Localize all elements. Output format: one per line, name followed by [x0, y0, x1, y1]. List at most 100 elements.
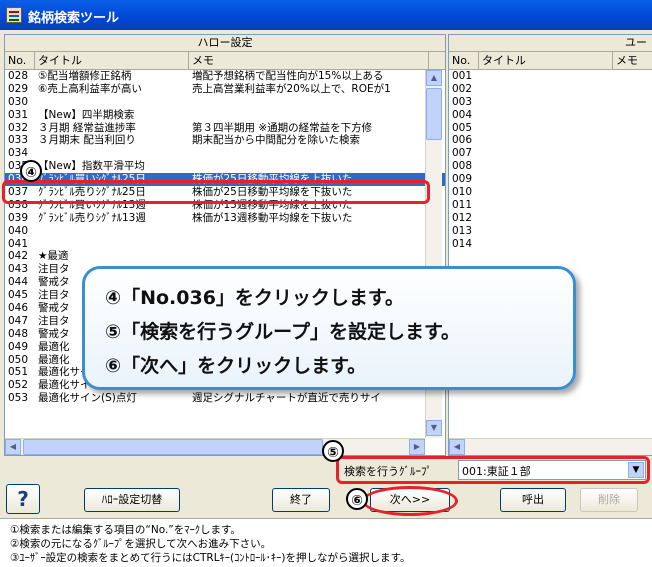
col-memo-right[interactable]: メモ: [613, 52, 652, 69]
col-memo[interactable]: メモ: [189, 52, 429, 69]
row-no-right: 013: [452, 224, 473, 237]
row-no: 053: [8, 392, 29, 405]
row-no-right: 007: [452, 147, 473, 160]
help-line-2: ②検索の元になるｸﾞﾙｰﾌﾟを選択して次へお進み下さい。: [10, 538, 272, 550]
row-no-right: 002: [452, 82, 473, 95]
panel-header-right-text: ユー: [625, 36, 647, 49]
row-no: 043: [8, 263, 29, 276]
row-no-right: 005: [452, 121, 473, 134]
table-row[interactable]: 031 【New】四半期検索: [5, 109, 445, 122]
col-no-right[interactable]: No.: [449, 52, 479, 69]
list-item[interactable]: 009: [449, 173, 652, 186]
row-no-right: 012: [452, 211, 473, 224]
table-row[interactable]: 042 ★最適: [5, 250, 445, 263]
list-item[interactable]: [449, 250, 652, 263]
callout-line-2: ⑤「検索を行うグループ」を設定します。: [105, 321, 461, 343]
row-036-highlight: [2, 180, 430, 204]
table-row[interactable]: 041: [5, 238, 445, 251]
scroll-down-button[interactable]: ▼: [426, 420, 442, 436]
row-no-right: 001: [452, 70, 473, 82]
row-no: 051: [8, 366, 29, 379]
horizontal-scrollbar-right[interactable]: ◀: [449, 438, 652, 455]
scroll-thumb[interactable]: [426, 88, 442, 140]
list-item[interactable]: 013: [449, 225, 652, 238]
row-title: ⑥売上高利益率が高い: [38, 82, 142, 95]
col-title[interactable]: タイトル: [35, 52, 189, 69]
row-no: 031: [8, 108, 29, 121]
scroll-left-button[interactable]: ◀: [5, 439, 21, 455]
row-no: 046: [8, 302, 29, 315]
help-line-3: ③ﾕｰｻﾞｰ設定の検索をまとめて行うにはCTRLｷｰ(ｺﾝﾄﾛｰﾙ･ｷｰ)を押し…: [10, 552, 411, 564]
table-row[interactable]: 029 ⑥売上高利益率が高い 売上高営業利益率が20%以上で、ROEが1: [5, 83, 445, 96]
list-item[interactable]: 003: [449, 96, 652, 109]
row-title: 【New】四半期検索: [38, 108, 135, 121]
hello-settings-panel: ハロー設定 No. タイトル メモ 028 ⑤配当増額修正銘柄 増配予想銘柄で配当性…: [4, 34, 446, 456]
table-row[interactable]: 040: [5, 225, 445, 238]
help-text-area: ①検索または編集する項目の“No.”をﾏｰｸします。 ②検索の元になるｸﾞﾙｰﾌ…: [0, 518, 652, 567]
list-item[interactable]: 008: [449, 160, 652, 173]
h-scroll-thumb[interactable]: [23, 439, 323, 455]
col-no[interactable]: No.: [5, 52, 35, 69]
row-title: ★最適: [38, 250, 69, 263]
list-item[interactable]: 014: [449, 238, 652, 251]
list-item[interactable]: 004: [449, 109, 652, 122]
table-row[interactable]: 032 ３月期 経常益進捗率 第３四半期用 ※通期の経常益を下方修: [5, 122, 445, 135]
list-item[interactable]: 007: [449, 147, 652, 160]
row-memo: 増配予想銘柄で配当性向が15%以上ある: [192, 70, 384, 82]
step-4-marker: ④: [20, 160, 42, 182]
row-no: 033: [8, 134, 29, 147]
exit-button[interactable]: 終了: [272, 488, 330, 512]
next-button-highlight: [362, 486, 458, 516]
row-no-right: 009: [452, 173, 473, 186]
row-memo: 株価が13週移動平均線を下抜いた: [192, 211, 353, 224]
row-memo: 週足シグナルチャートが直近で売りサイ: [192, 392, 381, 405]
table-row[interactable]: 039 ｸﾞﾗﾝﾋﾞﾙ売りｼｸﾞﾅﾙ13週 株価が13週移動平均線を下抜いた: [5, 212, 445, 225]
row-no: 049: [8, 340, 29, 353]
user-settings-panel: ユー No. タイトル メモ 001 002 003 004 005 006 007 008 0…: [448, 34, 652, 456]
scroll-right-button[interactable]: ▶: [409, 439, 425, 455]
table-row[interactable]: 033 ３月期末 配当利回り 期末配当から中間配分を除いた検索: [5, 134, 445, 147]
help-button[interactable]: ?: [6, 484, 40, 514]
list-item[interactable]: 001: [449, 70, 652, 83]
col-title-right[interactable]: タイトル: [479, 52, 613, 69]
row-title: ３月期 経常益進捗率: [38, 121, 136, 134]
row-title: ３月期末 配当利回り: [38, 134, 136, 147]
row-no: 048: [8, 327, 29, 340]
row-memo: 第３四半期用 ※通期の経常益を下方修: [192, 121, 373, 134]
list-item[interactable]: 002: [449, 83, 652, 96]
row-no: 030: [8, 95, 29, 108]
row-no: 052: [8, 379, 29, 392]
table-row[interactable]: 030: [5, 96, 445, 109]
row-title: ⑤配当増額修正銘柄: [38, 70, 132, 82]
row-title: 最適化サイン(S)点灯: [38, 392, 137, 405]
list-item[interactable]: 005: [449, 122, 652, 135]
table-row[interactable]: 028 ⑤配当増額修正銘柄 増配予想銘柄で配当性向が15%以上ある: [5, 70, 445, 83]
window-title: 銘柄検索ツール: [28, 11, 120, 26]
list-item[interactable]: 006: [449, 134, 652, 147]
panel-header: ハロー設定: [5, 35, 445, 52]
step-5-marker: ⑤: [322, 440, 344, 462]
row-title: 【New】指数平滑平均: [38, 160, 145, 173]
list-item[interactable]: 010: [449, 186, 652, 199]
delete-button[interactable]: 削除: [580, 488, 638, 512]
list-item[interactable]: 011: [449, 199, 652, 212]
load-button[interactable]: 呼出: [500, 488, 566, 512]
title-bar: 銘柄検索ツール: [0, 0, 652, 30]
hello-settings-toggle-button[interactable]: ﾊﾛｰ設定切替: [84, 488, 180, 512]
list-item[interactable]: 012: [449, 212, 652, 225]
callout-line-1: ④「No.036」をクリックします。: [105, 287, 405, 309]
instruction-callout: ④「No.036」をクリックします。 ⑤「検索を行うグループ」を設定します。 ⑥…: [82, 266, 576, 390]
horizontal-scrollbar[interactable]: ◀ ▶: [5, 438, 425, 455]
scroll-up-button[interactable]: ▲: [426, 70, 442, 86]
row-no-right: 003: [452, 95, 473, 108]
row-no: 029: [8, 82, 29, 95]
row-no: 039: [8, 211, 29, 224]
group-select-highlight: [336, 456, 650, 484]
row-no-right: 011: [452, 198, 473, 211]
row-no: 050: [8, 353, 29, 366]
table-row[interactable]: 053 最適化サイン(S)点灯 週足シグナルチャートが直近で売りサイ: [5, 392, 445, 405]
column-header-right: No. タイトル メモ: [449, 52, 652, 70]
scroll-left-button-right[interactable]: ◀: [449, 439, 465, 455]
table-row[interactable]: 035 【New】指数平滑平均: [5, 160, 445, 173]
table-row[interactable]: 034: [5, 147, 445, 160]
